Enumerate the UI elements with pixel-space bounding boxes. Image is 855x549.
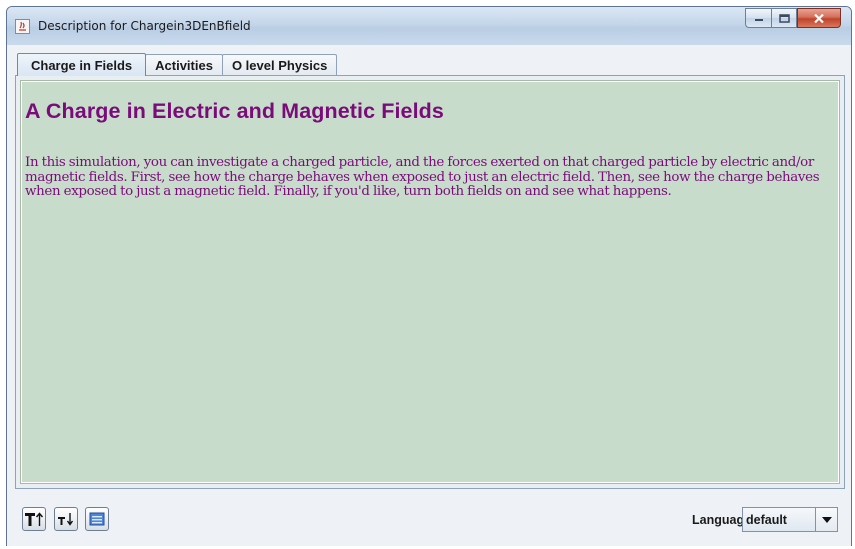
minimize-icon [754,19,763,21]
close-button[interactable] [797,8,841,28]
title-bar[interactable]: Description for Chargein3DEnBfield [7,7,851,45]
language-select[interactable]: default [742,507,838,532]
tab-charge-in-fields[interactable]: Charge in Fields [17,53,147,76]
tab-panel: A Charge in Electric and Magnetic Fields… [15,75,845,489]
increase-font-button[interactable] [22,507,46,531]
language-value: default [743,508,816,531]
java-app-icon [15,19,30,34]
tab-label: Activities [155,58,213,73]
decrease-font-icon [58,513,74,526]
window-icon [89,512,105,526]
window-title: Description for Chargein3DEnBfield [38,19,251,33]
description-window: Description for Chargein3DEnBfield Charg… [6,6,852,546]
bottom-toolbar: Language: default [7,489,851,546]
dropdown-arrow-icon[interactable] [816,508,837,531]
description-text: In this simulation, you can investigate … [25,155,820,199]
window-controls [745,8,841,28]
maximize-icon [778,13,790,23]
minimize-button[interactable] [745,8,771,28]
page-title: A Charge in Electric and Magnetic Fields [25,99,444,123]
tab-label: Charge in Fields [31,57,133,73]
window-toggle-button[interactable] [85,507,109,531]
increase-font-icon [25,512,44,526]
tab-bar: Charge in Fields Activities O level Phys… [17,53,338,76]
description-content[interactable]: A Charge in Electric and Magnetic Fields… [20,80,840,484]
maximize-button[interactable] [771,8,797,28]
close-icon [814,13,824,23]
tab-o-level-physics[interactable]: O level Physics [221,54,338,76]
tab-label: O level Physics [231,58,328,73]
decrease-font-button[interactable] [54,507,78,531]
tab-activities[interactable]: Activities [145,54,223,76]
